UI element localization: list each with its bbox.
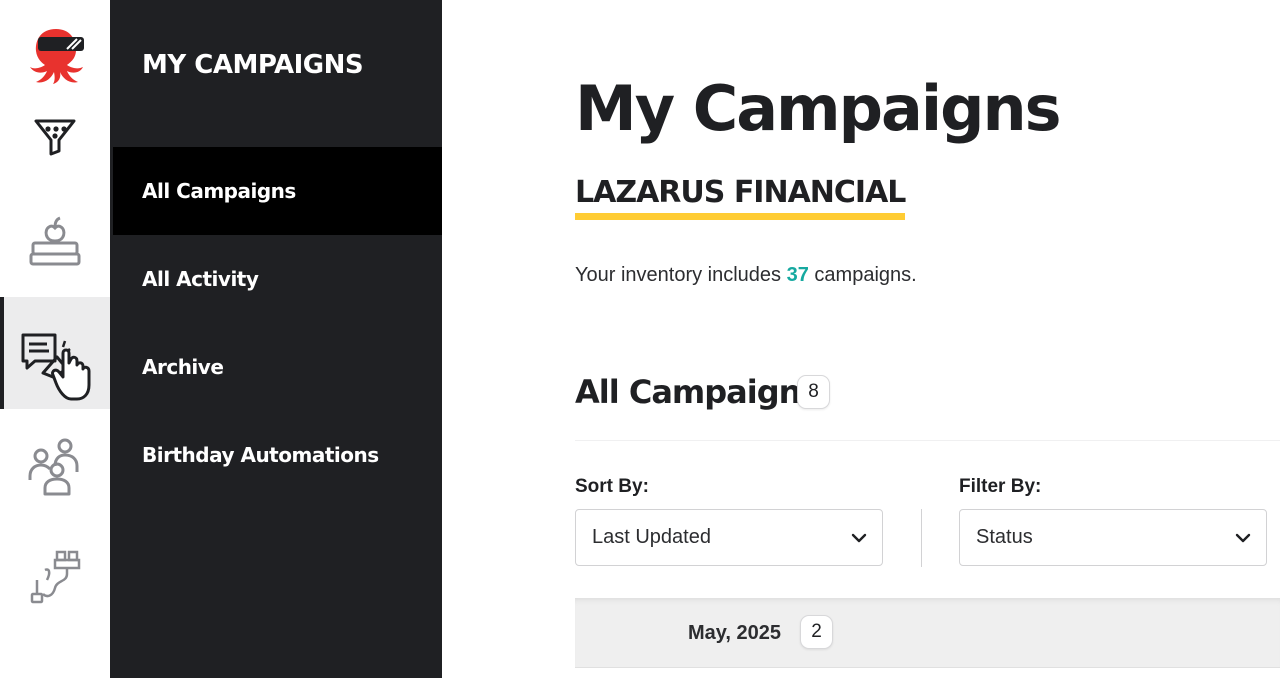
month-group-count-badge: 2 (800, 615, 833, 649)
campaigns-subnav: MY CAMPAIGNS All Campaigns All Activity … (110, 0, 442, 678)
rail-item-integrations[interactable] (0, 522, 110, 634)
filter-select-value: Status (976, 526, 1033, 548)
chevron-down-icon (1235, 533, 1251, 543)
inventory-count: 37 (786, 264, 809, 286)
sort-select-value: Last Updated (592, 526, 711, 548)
rail-item-campaigns[interactable] (0, 297, 110, 409)
campaigns-megaphone-icon (13, 305, 97, 401)
rail-item-funnel[interactable] (0, 80, 110, 192)
section-title: All Campaigns (575, 373, 819, 411)
integrations-plug-icon (29, 550, 81, 606)
month-group-label: May, 2025 (688, 622, 782, 644)
month-group-header[interactable]: May, 2025 2 (575, 598, 1280, 668)
rail-item-learning[interactable] (0, 185, 110, 297)
organization-name: LAZARUS FINANCIAL (575, 176, 906, 220)
subnav-item-birthday-automations[interactable]: Birthday Automations (113, 411, 442, 499)
section-divider (575, 440, 1280, 441)
people-icon (27, 436, 83, 496)
inventory-suffix: campaigns. (808, 264, 917, 286)
subnav-item-archive[interactable]: Archive (113, 323, 442, 411)
rail-item-people[interactable] (0, 410, 110, 522)
sort-label: Sort By: (575, 476, 649, 497)
books-apple-icon (27, 213, 83, 269)
section-count-badge: 8 (797, 375, 830, 409)
funnel-icon (33, 116, 77, 156)
inventory-summary: Your inventory includes 37 campaigns. (575, 264, 917, 287)
filter-divider (921, 509, 922, 567)
filter-select[interactable]: Status (959, 509, 1267, 566)
subnav-item-all-campaigns[interactable]: All Campaigns (113, 147, 442, 235)
octopus-logo-icon[interactable] (27, 27, 85, 85)
inventory-prefix: Your inventory includes (575, 264, 787, 286)
subnav-title: MY CAMPAIGNS (142, 50, 364, 80)
main-content: My Campaigns LAZARUS FINANCIAL Your inve… (442, 0, 1280, 678)
chevron-down-icon (851, 533, 867, 543)
sort-select[interactable]: Last Updated (575, 509, 883, 566)
icon-rail (0, 0, 110, 678)
subnav-item-all-activity[interactable]: All Activity (113, 235, 442, 323)
page-title: My Campaigns (575, 72, 1062, 145)
filter-label: Filter By: (959, 476, 1042, 497)
